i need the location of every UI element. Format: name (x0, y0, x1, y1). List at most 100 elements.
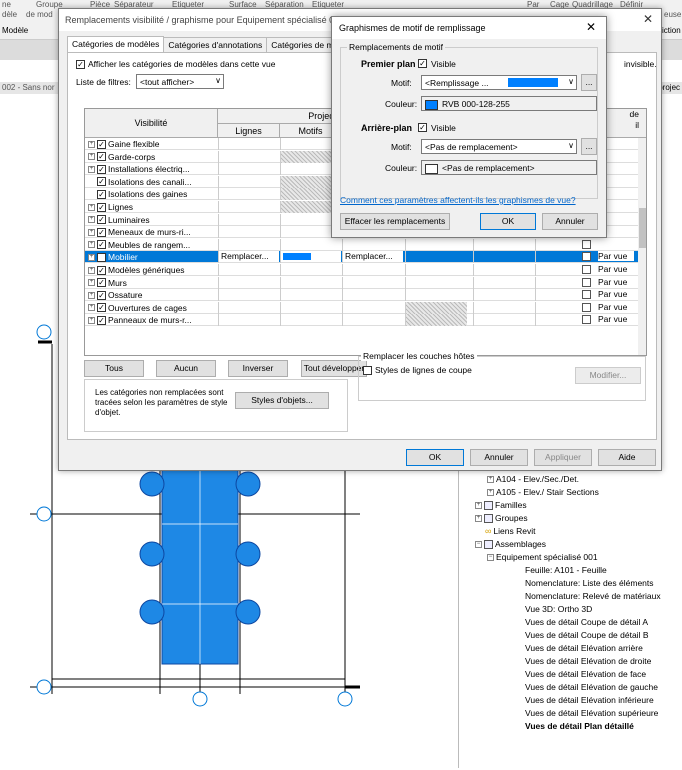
table-row[interactable]: + ✓ Meubles de rangem... (85, 238, 646, 251)
grid-cell[interactable] (473, 264, 535, 276)
grid-cell[interactable] (218, 163, 280, 176)
tree-item[interactable]: + A104 - Elev./Sec./Det. (487, 474, 579, 484)
tree-item[interactable]: Vues de détail Elévation supérieure (525, 708, 658, 718)
visibility-checkbox[interactable]: ✓ (97, 215, 106, 225)
tab-model-categories[interactable]: Catégories de modèles (67, 36, 165, 53)
select-all-button[interactable]: Tous (84, 360, 144, 377)
plus-icon[interactable]: + (88, 216, 95, 224)
detail-level[interactable]: Par vue (598, 277, 627, 287)
replace-cut-button[interactable]: Remplacer... (343, 251, 403, 263)
tree-item[interactable]: Vue 3D: Ortho 3D (525, 604, 592, 614)
visibility-checkbox[interactable]: ✓ (97, 303, 106, 313)
ribbon-item[interactable]: iction (662, 26, 681, 35)
header-lines[interactable]: Lignes (218, 124, 280, 138)
grid-cell[interactable] (218, 226, 280, 239)
grid-cell[interactable] (342, 276, 404, 289)
tree-item[interactable]: Vues de détail Elévation de gauche (525, 682, 658, 692)
detail-level[interactable]: Par vue (598, 251, 634, 262)
tree-item[interactable]: − Assemblages (475, 539, 546, 549)
help-button[interactable]: Aide (598, 449, 656, 466)
host-cut-lines[interactable]: Styles de lignes de coupe (363, 365, 472, 375)
ok-button[interactable]: OK (406, 449, 464, 466)
ribbon-item[interactable]: euse (664, 10, 681, 19)
plus-icon[interactable]: + (487, 488, 494, 496)
visibility-checkbox[interactable]: ✓ (97, 202, 106, 212)
close-icon[interactable]: ✕ (643, 12, 653, 26)
visibility-checkbox[interactable]: ✓ (97, 290, 106, 300)
plus-icon[interactable]: + (88, 153, 95, 161)
grid-cell[interactable] (405, 314, 467, 327)
grid-cell[interactable] (473, 276, 535, 289)
fg-pattern-browse-button[interactable]: ... (581, 74, 597, 91)
select-none-button[interactable]: Aucun (156, 360, 216, 377)
scroll-thumb[interactable] (639, 208, 646, 248)
plus-icon[interactable]: + (475, 514, 482, 522)
apply-button[interactable]: Appliquer (534, 449, 592, 466)
plus-icon[interactable]: + (88, 304, 95, 312)
grid-cell[interactable] (218, 264, 280, 276)
grid-cell[interactable] (280, 289, 342, 302)
bg-color-button[interactable]: <Pas de remplacement> (421, 160, 597, 175)
clear-overrides-button[interactable]: Effacer les remplacements (340, 213, 450, 230)
halftone-checkbox[interactable] (582, 239, 591, 249)
grid-cell[interactable] (280, 264, 342, 276)
grid-cell[interactable] (473, 301, 535, 314)
halftone-checkbox[interactable] (582, 290, 591, 300)
visibility-checkbox[interactable]: ✓ (97, 240, 106, 250)
grid-cell[interactable] (405, 301, 467, 314)
fg-visible-checkbox[interactable]: ✓ (418, 59, 427, 68)
ribbon-item[interactable]: ne (2, 0, 11, 9)
grid-cell[interactable] (218, 138, 280, 150)
halftone-checkbox[interactable] (582, 252, 591, 262)
visibility-checkbox[interactable]: ✓ (97, 189, 106, 199)
halftone-checkbox[interactable] (582, 315, 591, 325)
sub-ok-button[interactable]: OK (480, 213, 536, 230)
detail-level[interactable]: Par vue (598, 289, 627, 299)
grid-cell[interactable] (405, 289, 467, 302)
tree-item[interactable]: + Familles (475, 500, 527, 510)
grid-cell[interactable] (473, 251, 535, 264)
plus-icon[interactable]: + (88, 316, 95, 324)
grid-cell[interactable] (280, 314, 342, 327)
grid-scrollbar[interactable] (638, 138, 646, 355)
bg-pattern-select[interactable]: <Pas de remplacement> ∨ (421, 139, 577, 154)
tree-item[interactable]: Nomenclature: Liste des éléments (525, 578, 654, 588)
invert-button[interactable]: Inverser (228, 360, 288, 377)
tree-item[interactable]: Feuille: A101 - Feuille (525, 565, 607, 575)
plus-icon[interactable]: + (88, 279, 95, 287)
tree-item[interactable]: − Equipement spécialisé 001 (487, 552, 598, 562)
detail-level[interactable]: Par vue (598, 314, 627, 324)
visibility-checkbox[interactable]: ✓ (97, 227, 106, 237)
plus-icon[interactable]: + (88, 291, 95, 299)
tree-item[interactable]: Nomenclature: Relevé de matériaux (525, 591, 661, 601)
show-model-categories[interactable]: ✓ Afficher les catégories de modèles dan… (76, 59, 275, 69)
visibility-checkbox[interactable]: ✓ (97, 315, 106, 325)
grid-cell[interactable] (473, 314, 535, 327)
pattern-preview[interactable] (281, 251, 341, 263)
close-icon[interactable]: ✕ (586, 20, 596, 34)
table-row[interactable]: + ✓ Mobilier Remplacer... Remplacer... Par vu… (85, 251, 646, 264)
halftone-checkbox[interactable] (582, 302, 591, 312)
visibility-checkbox[interactable]: ✓ (97, 164, 106, 174)
checkbox-checked[interactable]: ✓ (76, 59, 85, 69)
grid-cell[interactable] (342, 301, 404, 314)
sub-cancel-button[interactable]: Annuler (542, 213, 598, 230)
tree-item[interactable]: Vues de détail Elévation de face (525, 669, 646, 679)
header-visibility[interactable]: Visibilité (85, 109, 218, 138)
plus-icon[interactable]: + (88, 203, 95, 211)
table-row[interactable]: + ✓ Ossature Par vue (85, 289, 646, 302)
plus-icon[interactable]: + (88, 228, 95, 236)
table-row[interactable]: + ✓ Modèles génériques Par vue (85, 264, 646, 276)
tree-item[interactable]: ∞ Liens Revit (485, 526, 535, 536)
grid-cell[interactable] (218, 150, 280, 163)
visibility-checkbox[interactable]: ✓ (97, 139, 106, 149)
tree-item[interactable]: Vues de détail Elévation de droite (525, 656, 651, 666)
ribbon-item[interactable]: de mod (26, 10, 53, 19)
grid-cell[interactable] (218, 301, 280, 314)
grid-cell[interactable] (280, 276, 342, 289)
tree-item[interactable]: Vues de détail Coupe de détail B (525, 630, 649, 640)
plus-icon[interactable]: + (88, 266, 95, 274)
visibility-checkbox[interactable]: ✓ (97, 265, 106, 275)
tree-item-active[interactable]: Vues de détail Plan détaillé (525, 721, 634, 731)
grid-cell[interactable] (342, 289, 404, 302)
